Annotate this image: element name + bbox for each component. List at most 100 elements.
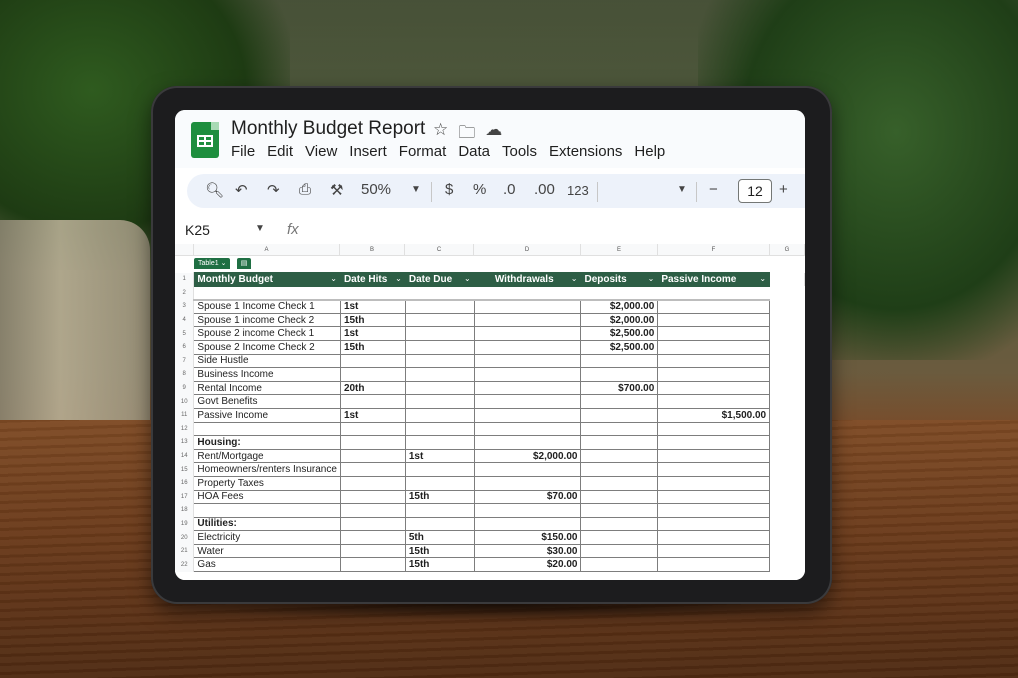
row-number[interactable]: 8 — [175, 367, 195, 382]
cell-a[interactable]: Rental Income — [193, 380, 341, 396]
cell-d[interactable] — [473, 407, 582, 423]
cell-d[interactable]: $20.00 — [473, 557, 582, 573]
cell-e[interactable] — [580, 530, 659, 545]
cell-g[interactable] — [770, 531, 805, 545]
cell-c[interactable] — [404, 503, 475, 518]
more-formats-button[interactable]: 123 — [567, 183, 589, 198]
decrease-font-size-button[interactable]: − — [709, 181, 718, 198]
cell-a[interactable]: Side Hustle — [193, 353, 341, 369]
menu-view[interactable]: View — [305, 143, 337, 160]
cell-e[interactable] — [580, 516, 659, 532]
cell-f[interactable] — [657, 421, 771, 437]
cell-a[interactable]: Spouse 2 Income Check 2 — [193, 339, 341, 355]
paint-format-icon[interactable]: ⚒ — [330, 181, 343, 199]
cell-b[interactable] — [339, 462, 406, 477]
cell-c[interactable] — [404, 339, 475, 355]
cell-g[interactable] — [770, 381, 805, 395]
cell-f[interactable] — [657, 353, 771, 369]
cell-b[interactable]: 15th — [339, 312, 406, 328]
cell-f[interactable] — [657, 516, 771, 532]
cell-b[interactable]: 15th — [339, 339, 406, 355]
header-withdrawals[interactable]: Withdrawals ⌄ — [473, 272, 582, 287]
cell-c[interactable]: 15th — [404, 557, 475, 573]
cell-b[interactable] — [339, 489, 406, 505]
cell-d[interactable] — [473, 299, 582, 314]
cell-c[interactable]: 1st — [404, 448, 475, 464]
cell-b[interactable] — [339, 530, 406, 545]
cell-a[interactable]: Spouse 1 Income Check 1 — [193, 299, 341, 314]
cell-b[interactable] — [339, 435, 406, 450]
undo-icon[interactable]: ↶ — [235, 181, 248, 199]
row-number[interactable]: 22 — [175, 557, 195, 572]
cell-c[interactable] — [404, 326, 475, 341]
cell-d[interactable] — [473, 435, 582, 450]
row-number[interactable]: 3 — [175, 299, 195, 314]
header-passive-income[interactable]: Passive Income ⌄ — [657, 272, 771, 287]
cell-g[interactable] — [770, 463, 805, 477]
cell-c[interactable] — [404, 312, 475, 328]
cell-g[interactable] — [770, 368, 805, 382]
cell-d[interactable]: $30.00 — [473, 543, 582, 559]
name-box-chevron-down-icon[interactable]: ▼ — [255, 223, 265, 234]
cell-e[interactable] — [580, 489, 659, 505]
column-header-c[interactable]: C — [405, 244, 474, 256]
menu-extensions[interactable]: Extensions — [549, 143, 622, 160]
row-number[interactable]: 9 — [175, 381, 195, 395]
cell-g[interactable] — [770, 408, 805, 422]
cell-e[interactable] — [580, 503, 659, 518]
cell-d[interactable] — [473, 503, 582, 518]
cell-c[interactable] — [404, 516, 475, 532]
cell-g[interactable] — [770, 436, 805, 450]
row-number[interactable]: 11 — [175, 408, 195, 423]
cell-g[interactable] — [770, 300, 805, 314]
row-number[interactable]: 19 — [175, 517, 195, 531]
cell-c[interactable] — [404, 475, 475, 491]
cell-c[interactable] — [404, 421, 475, 437]
cell-a[interactable] — [193, 503, 341, 518]
cell-c[interactable] — [404, 435, 475, 450]
cell-f[interactable] — [657, 462, 771, 477]
cell-b[interactable]: 1st — [339, 299, 406, 314]
font-size-input[interactable]: 12 — [738, 179, 772, 203]
name-box[interactable]: K25 — [185, 222, 210, 238]
cell-g[interactable] — [770, 476, 805, 490]
cell-e[interactable]: $2,000.00 — [580, 299, 659, 314]
cell-e[interactable] — [580, 394, 659, 409]
cell-g[interactable] — [770, 422, 805, 436]
cell-f[interactable] — [657, 435, 771, 450]
cell-e[interactable] — [580, 475, 659, 491]
cell-f[interactable] — [657, 299, 771, 314]
cell-f[interactable] — [657, 557, 771, 573]
column-header-f[interactable]: F — [658, 244, 770, 256]
cell-a[interactable]: Passive Income — [193, 407, 341, 423]
row-number[interactable]: 13 — [175, 435, 195, 450]
cell-g[interactable] — [770, 395, 805, 409]
increase-font-size-button[interactable]: + — [779, 181, 788, 198]
row-number[interactable]: 21 — [175, 544, 195, 558]
filter-chevron-icon[interactable]: ⌄ — [464, 274, 471, 283]
cell-f[interactable] — [657, 448, 771, 464]
cell-b[interactable] — [339, 516, 406, 532]
cell-b[interactable] — [339, 503, 406, 518]
cell-e[interactable]: $2,500.00 — [580, 326, 659, 341]
cell-c[interactable] — [404, 367, 475, 382]
cell-g[interactable] — [770, 327, 805, 341]
cell-e[interactable] — [580, 421, 659, 437]
cell-a[interactable]: Business Income — [193, 367, 341, 382]
document-title[interactable]: Monthly Budget Report — [231, 118, 425, 140]
cell-d[interactable] — [473, 353, 582, 369]
table-options-icon[interactable]: ▤ — [237, 258, 251, 269]
menu-format[interactable]: Format — [399, 143, 447, 160]
cell-d[interactable] — [473, 462, 582, 477]
menu-edit[interactable]: Edit — [267, 143, 293, 160]
row-number[interactable]: 12 — [175, 422, 195, 436]
cell-e[interactable] — [580, 407, 659, 423]
filter-chevron-icon[interactable]: ⌄ — [571, 274, 578, 283]
header-deposits[interactable]: Deposits ⌄ — [580, 272, 659, 287]
cell-f[interactable] — [657, 339, 771, 355]
filter-chevron-icon[interactable]: ⌄ — [330, 274, 337, 283]
cell-d[interactable] — [473, 475, 582, 491]
cell-e[interactable]: $2,000.00 — [580, 312, 659, 328]
cell-g[interactable] — [770, 558, 805, 572]
cell-b[interactable] — [339, 367, 406, 382]
